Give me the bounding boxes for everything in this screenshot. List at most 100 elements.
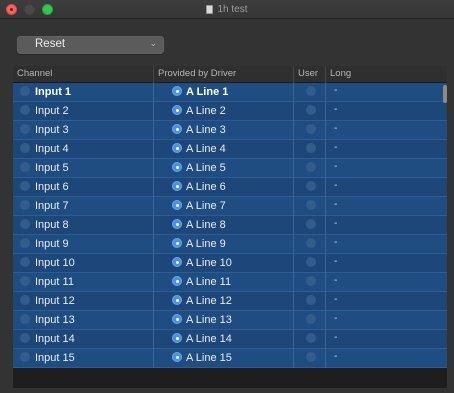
user-radio-button[interactable] [306,295,316,305]
channel-radio-button[interactable] [20,276,30,286]
user-radio-button[interactable] [306,333,316,343]
long-name-cell[interactable]: - [325,140,447,159]
channel-radio-button[interactable] [20,200,30,210]
table-row[interactable]: Input 5 A Line 5 - [13,159,447,178]
channel-cell[interactable]: Input 1 [13,83,153,102]
channel-radio-button[interactable] [20,219,30,229]
channel-cell[interactable]: Input 3 [13,121,153,140]
channel-radio-button[interactable] [20,86,30,96]
channel-cell[interactable]: Input 13 [13,311,153,330]
channel-radio-button[interactable] [20,124,30,134]
driver-radio-button[interactable] [172,333,182,343]
table-row[interactable]: Input 6 A Line 6 - [13,178,447,197]
channel-cell[interactable]: Input 10 [13,254,153,273]
channel-cell[interactable]: Input 6 [13,178,153,197]
driver-cell[interactable]: A Line 7 [153,197,293,216]
long-name-cell[interactable]: - [325,330,447,349]
table-row[interactable]: Input 1 A Line 1 - [13,83,447,102]
channel-radio-button[interactable] [20,143,30,153]
driver-cell[interactable]: A Line 2 [153,102,293,121]
long-name-cell[interactable]: - [325,273,447,292]
driver-cell[interactable]: A Line 1 [153,83,293,102]
user-radio-button[interactable] [306,143,316,153]
driver-radio-button[interactable] [172,352,182,362]
preset-popup-button[interactable]: Reset ⌄ [17,36,164,54]
channel-cell[interactable]: Input 5 [13,159,153,178]
user-cell[interactable] [293,178,325,197]
driver-cell[interactable]: A Line 12 [153,292,293,311]
user-radio-button[interactable] [306,219,316,229]
table-row[interactable]: Input 11 A Line 11 - [13,273,447,292]
driver-cell[interactable]: A Line 11 [153,273,293,292]
user-radio-button[interactable] [306,238,316,248]
table-row[interactable]: Input 10 A Line 10 - [13,254,447,273]
user-radio-button[interactable] [306,124,316,134]
driver-radio-button[interactable] [172,181,182,191]
driver-cell[interactable]: A Line 6 [153,178,293,197]
channel-radio-button[interactable] [20,333,30,343]
long-name-cell[interactable]: - [325,83,447,102]
user-cell[interactable] [293,140,325,159]
user-cell[interactable] [293,349,325,368]
channel-radio-button[interactable] [20,257,30,267]
channel-radio-button[interactable] [20,105,30,115]
table-row[interactable]: Input 8 A Line 8 - [13,216,447,235]
table-row[interactable]: Input 13 A Line 13 - [13,311,447,330]
user-radio-button[interactable] [306,257,316,267]
channel-radio-button[interactable] [20,181,30,191]
channel-cell[interactable]: Input 9 [13,235,153,254]
table-row[interactable]: Input 3 A Line 3 - [13,121,447,140]
driver-cell[interactable]: A Line 8 [153,216,293,235]
table-row[interactable]: Input 12 A Line 12 - [13,292,447,311]
user-radio-button[interactable] [306,200,316,210]
long-name-cell[interactable]: - [325,121,447,140]
vertical-scrollbar-thumb[interactable] [443,85,447,103]
user-cell[interactable] [293,292,325,311]
user-radio-button[interactable] [306,162,316,172]
channel-radio-button[interactable] [20,238,30,248]
channel-cell[interactable]: Input 8 [13,216,153,235]
channel-cell[interactable]: Input 7 [13,197,153,216]
driver-cell[interactable]: A Line 14 [153,330,293,349]
user-cell[interactable] [293,83,325,102]
driver-cell[interactable]: A Line 10 [153,254,293,273]
driver-cell[interactable]: A Line 5 [153,159,293,178]
column-header-channel[interactable]: Channel [13,66,153,83]
driver-radio-button[interactable] [172,86,182,96]
column-header-long[interactable]: Long [325,66,447,83]
driver-radio-button[interactable] [172,105,182,115]
channel-cell[interactable]: Input 2 [13,102,153,121]
user-cell[interactable] [293,102,325,121]
user-radio-button[interactable] [306,181,316,191]
long-name-cell[interactable]: - [325,311,447,330]
column-header-provided-by-driver[interactable]: Provided by Driver [153,66,293,83]
channel-radio-button[interactable] [20,295,30,305]
table-row[interactable]: Input 15 A Line 15 - [13,349,447,368]
user-cell[interactable] [293,216,325,235]
driver-radio-button[interactable] [172,257,182,267]
channel-cell[interactable]: Input 11 [13,273,153,292]
long-name-cell[interactable]: - [325,178,447,197]
channel-names-table[interactable]: Channel Provided by Driver User Long Inp… [13,66,447,388]
driver-radio-button[interactable] [172,238,182,248]
driver-cell[interactable]: A Line 13 [153,311,293,330]
user-radio-button[interactable] [306,86,316,96]
user-cell[interactable] [293,159,325,178]
user-radio-button[interactable] [306,276,316,286]
driver-radio-button[interactable] [172,124,182,134]
driver-radio-button[interactable] [172,219,182,229]
user-cell[interactable] [293,254,325,273]
user-radio-button[interactable] [306,352,316,362]
user-cell[interactable] [293,311,325,330]
channel-radio-button[interactable] [20,314,30,324]
channel-radio-button[interactable] [20,352,30,362]
table-row[interactable]: Input 7 A Line 7 - [13,197,447,216]
user-cell[interactable] [293,197,325,216]
user-radio-button[interactable] [306,314,316,324]
user-cell[interactable] [293,273,325,292]
channel-cell[interactable]: Input 15 [13,349,153,368]
long-name-cell[interactable]: - [325,159,447,178]
long-name-cell[interactable]: - [325,349,447,368]
driver-radio-button[interactable] [172,314,182,324]
long-name-cell[interactable]: - [325,216,447,235]
